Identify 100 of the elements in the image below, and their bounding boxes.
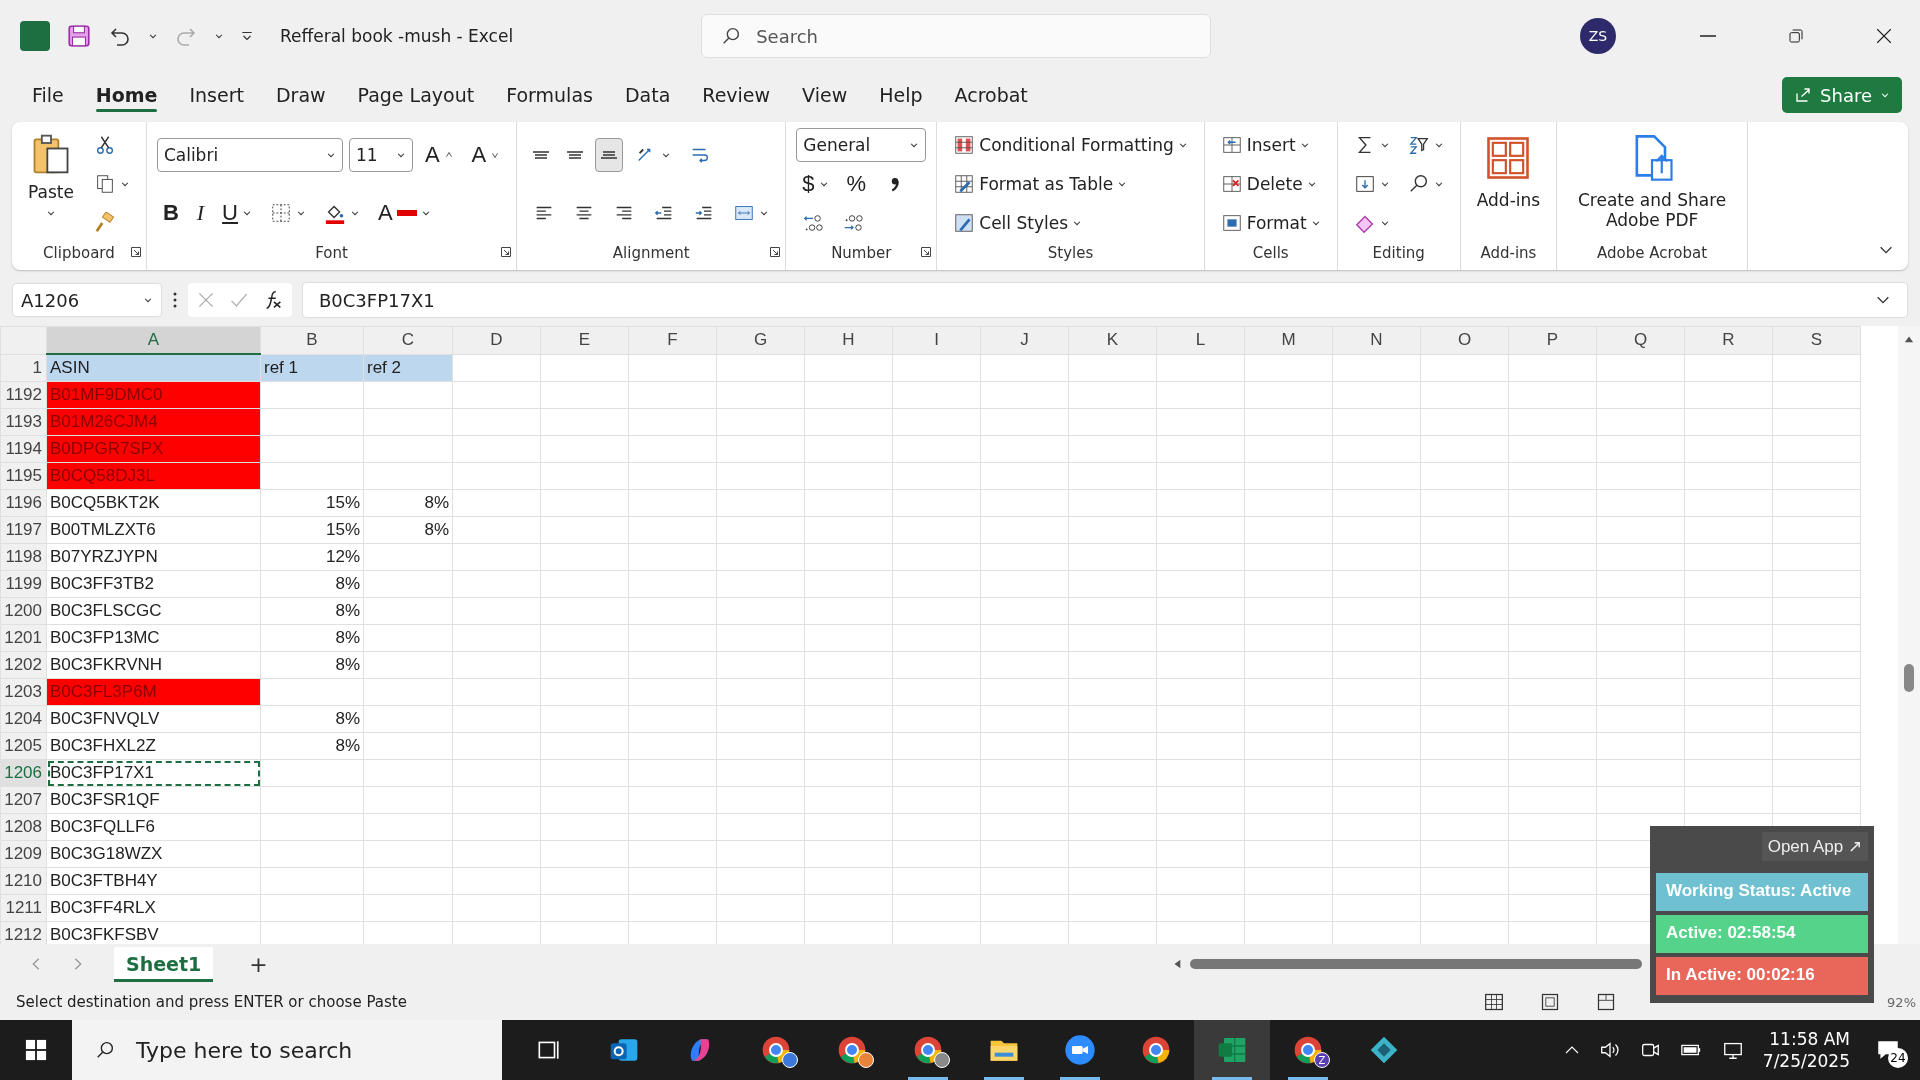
dropdown-field[interactable]: 11 [348, 138, 413, 172]
row-header[interactable]: 1 [0, 354, 47, 382]
user-avatar[interactable]: ZS [1580, 18, 1616, 54]
sheet-tab[interactable]: Sheet1 [114, 946, 214, 982]
status-bar-label: Working Status: Active [1656, 873, 1868, 911]
formula-field[interactable]: B0C3FP17X1 [302, 282, 1908, 318]
scrollbar-thumb[interactable] [1904, 664, 1914, 692]
cell-styles-button[interactable]: Cell Styles [947, 205, 1088, 240]
column-header[interactable]: B [260, 326, 364, 354]
ribbon-tab[interactable]: Page Layout [343, 78, 489, 112]
column-header[interactable]: K [1068, 326, 1157, 354]
delete-cells-button[interactable]: Delete [1214, 167, 1323, 201]
dialog-launcher-icon[interactable] [500, 246, 513, 258]
clock-date[interactable]: 7/25/2025 [1762, 1050, 1850, 1073]
column-header[interactable]: F [628, 326, 717, 354]
share-button[interactable]: Share [1782, 77, 1902, 113]
taskbar-search-field[interactable]: Type here to search [72, 1020, 502, 1080]
underline-button[interactable]: U [216, 196, 258, 230]
window-title: Refferal book -mush - Excel [280, 26, 514, 46]
vertical-scrollbar[interactable] [1898, 326, 1920, 944]
row-header[interactable]: 1201 [0, 624, 47, 652]
row-header[interactable]: 1211 [0, 894, 47, 922]
row-header[interactable]: 1210 [0, 867, 47, 895]
row-header[interactable]: 1203 [0, 678, 47, 706]
row-header[interactable]: 1195 [0, 462, 47, 490]
grow-button[interactable]: A [418, 138, 460, 172]
row-header[interactable]: 1204 [0, 705, 47, 733]
ribbon-tab[interactable]: Review [688, 78, 785, 112]
row-header[interactable]: 1206 [0, 759, 47, 787]
notification-button[interactable]: 24 [1868, 1030, 1908, 1070]
addins-button[interactable]: Add-ins [1470, 128, 1547, 240]
table-cell: 8% [260, 597, 364, 625]
format-cells-button[interactable]: Format [1214, 205, 1327, 240]
name-box[interactable]: A1206 [12, 283, 162, 317]
dialog-launcher-icon[interactable] [129, 246, 142, 258]
column-header[interactable]: G [716, 326, 805, 354]
row-header[interactable]: 1197 [0, 516, 47, 544]
column-header[interactable]: E [540, 326, 629, 354]
ribbon-tab[interactable]: Data [610, 78, 685, 112]
row-header[interactable]: 1193 [0, 408, 47, 436]
insert-cells-button[interactable]: Insert [1214, 128, 1316, 163]
ribbon-tab[interactable]: Help [865, 78, 937, 112]
column-header[interactable]: H [804, 326, 893, 354]
dialog-launcher-icon[interactable] [769, 246, 782, 258]
dialog-launcher-icon[interactable] [920, 246, 933, 258]
currency-button[interactable]: $ [796, 167, 835, 201]
dropdown-field[interactable]: Calibri [156, 138, 343, 172]
column-header[interactable]: I [892, 326, 981, 354]
bold-button[interactable]: B [156, 196, 185, 230]
column-header[interactable]: A [46, 326, 261, 354]
italic-button[interactable]: I [190, 196, 211, 230]
column-header[interactable]: R [1684, 326, 1773, 354]
row-header[interactable]: 1198 [0, 543, 47, 571]
ribbon-tab[interactable]: Formulas [492, 78, 607, 112]
open-app-link[interactable]: Open App ↗ [1761, 832, 1868, 861]
row-header[interactable]: 1202 [0, 651, 47, 679]
dropdown-field[interactable]: General [796, 128, 927, 163]
row-header[interactable]: 1205 [0, 732, 47, 760]
column-header[interactable]: M [1244, 326, 1333, 354]
shrink-button[interactable]: A [465, 138, 507, 172]
column-header[interactable]: J [980, 326, 1069, 354]
profile-badge: Z [1314, 1052, 1330, 1068]
format-table-button[interactable]: Format as Table [947, 167, 1134, 201]
column-header[interactable]: P [1508, 326, 1597, 354]
clock-time[interactable]: 11:58 AM [1769, 1027, 1850, 1050]
table-cell: 8% [363, 516, 453, 544]
row-header[interactable]: 1194 [0, 435, 47, 463]
ribbon-tab[interactable]: File [18, 78, 78, 112]
column-header[interactable]: Q [1596, 326, 1685, 354]
paste-button[interactable]: Paste [22, 128, 80, 240]
taskbar-app[interactable]: Z [1270, 1020, 1346, 1080]
column-header[interactable]: N [1332, 326, 1421, 354]
add-sheet-button[interactable]: + [243, 950, 274, 978]
conditional-button[interactable]: Conditional Formatting [947, 128, 1194, 163]
column-header[interactable]: O [1420, 326, 1509, 354]
row-header[interactable]: 1209 [0, 840, 47, 868]
row-header[interactable]: 1192 [0, 381, 47, 409]
column-header[interactable]: S [1772, 326, 1861, 354]
row-header[interactable]: 1208 [0, 813, 47, 841]
column-header[interactable]: C [363, 326, 453, 354]
horizontal-scrollbar[interactable] [1172, 957, 1642, 971]
ribbon-tab[interactable]: Home [81, 78, 172, 112]
row-header[interactable]: 1196 [0, 489, 47, 517]
pdf-button[interactable]: Create and Share Adobe PDF [1567, 128, 1738, 240]
scroll-left-icon [1172, 958, 1182, 970]
row-header[interactable]: 1200 [0, 597, 47, 625]
ribbon-tab[interactable]: Acrobat [940, 78, 1042, 112]
row-header[interactable]: 1207 [0, 786, 47, 814]
row-header[interactable]: 1212 [0, 921, 47, 944]
row-header[interactable]: 1199 [0, 570, 47, 598]
search-field[interactable]: Search [701, 14, 1212, 58]
align-bottom-button[interactable] [595, 138, 624, 172]
ribbon-tab[interactable]: View [788, 78, 862, 112]
percent-button[interactable]: % [840, 167, 873, 201]
column-header[interactable]: L [1156, 326, 1245, 354]
table-cell: B0C3FF4RLX [46, 894, 261, 922]
column-header[interactable]: D [452, 326, 541, 354]
ribbon-tab[interactable]: Draw [261, 78, 340, 112]
font-color-button[interactable]: A [372, 196, 437, 230]
ribbon-tab[interactable]: Insert [175, 78, 258, 112]
